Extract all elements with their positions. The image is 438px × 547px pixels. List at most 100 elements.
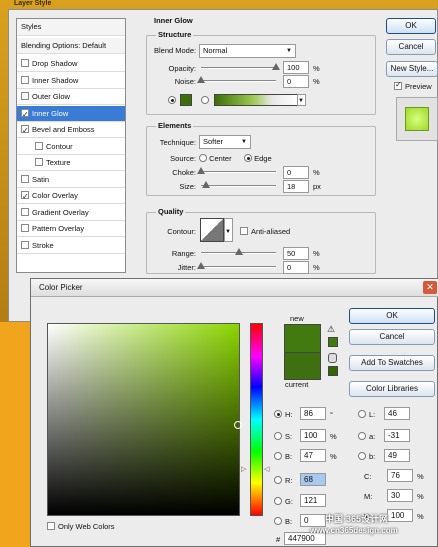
ok-button[interactable]: OK xyxy=(386,18,436,34)
style-item-drop-shadow[interactable]: Drop Shadow xyxy=(17,56,125,72)
field-input-h[interactable]: 86 xyxy=(300,407,326,420)
add-to-swatches-button[interactable]: Add To Swatches xyxy=(349,355,435,371)
gradient-dropdown[interactable]: ▼ xyxy=(297,94,306,106)
jitter-input[interactable]: 0 xyxy=(283,261,309,274)
only-web-colors-checkbox[interactable]: Only Web Colors xyxy=(47,522,115,531)
current-color-swatch[interactable] xyxy=(284,352,321,380)
color-radio[interactable] xyxy=(168,96,176,105)
field-input-m[interactable]: 30 xyxy=(387,489,413,502)
field-input-g[interactable]: 121 xyxy=(300,494,326,507)
opacity-slider-thumb[interactable] xyxy=(272,63,280,70)
style-checkbox[interactable] xyxy=(35,141,43,150)
web-safe-color-swatch[interactable] xyxy=(328,366,338,376)
field-input-b[interactable]: 47 xyxy=(300,449,326,462)
web-safe-cube-icon[interactable] xyxy=(328,353,337,363)
field-radio-bl[interactable] xyxy=(274,517,282,525)
style-checkbox[interactable] xyxy=(21,207,29,216)
style-checkbox[interactable] xyxy=(21,174,29,183)
opacity-slider[interactable] xyxy=(201,63,280,70)
glow-color-swatch[interactable] xyxy=(180,94,192,106)
contour-dropdown[interactable]: ▼ xyxy=(224,218,233,242)
preview-checkbox[interactable]: Preview xyxy=(394,80,432,91)
size-slider[interactable] xyxy=(201,181,276,188)
choke-slider[interactable] xyxy=(197,167,276,174)
range-input[interactable]: 50 xyxy=(283,247,309,260)
styles-header[interactable]: Styles xyxy=(17,19,125,36)
source-center-radio[interactable]: Center xyxy=(199,154,232,163)
blend-mode-select[interactable]: Normal ▼ xyxy=(199,44,296,58)
style-item-stroke[interactable]: Stroke xyxy=(17,238,125,254)
field-radio-b[interactable] xyxy=(274,452,282,460)
style-checkbox[interactable] xyxy=(21,92,29,100)
range-slider-thumb[interactable] xyxy=(234,248,243,255)
jitter-slider-thumb[interactable] xyxy=(197,262,205,269)
jitter-slider[interactable] xyxy=(197,262,276,269)
contour-thumbnail[interactable] xyxy=(200,218,224,242)
gradient-radio[interactable] xyxy=(201,96,209,105)
style-item-satin[interactable]: Satin xyxy=(17,172,125,188)
style-item-label: Gradient Overlay xyxy=(32,207,89,217)
opacity-input[interactable]: 100 xyxy=(283,61,309,74)
blending-options-item[interactable]: Blending Options: Default xyxy=(17,38,125,54)
noise-slider-thumb[interactable] xyxy=(197,76,205,83)
style-checkbox[interactable] xyxy=(21,123,29,138)
hue-slider-left-arrow[interactable]: ▷ xyxy=(241,465,246,473)
style-item-bevel-and-emboss[interactable]: Bevel and Emboss xyxy=(17,122,125,138)
noise-slider[interactable] xyxy=(197,76,276,83)
style-checkbox[interactable] xyxy=(21,59,29,67)
style-checkbox[interactable] xyxy=(21,107,29,122)
style-item-contour[interactable]: Contour xyxy=(17,139,125,155)
color-field-cursor[interactable] xyxy=(234,421,242,429)
color-field[interactable] xyxy=(47,323,242,516)
field-radio-h[interactable] xyxy=(274,410,282,418)
noise-unit: % xyxy=(313,77,320,86)
field-radio-g[interactable] xyxy=(274,497,282,505)
picker-ok-button[interactable]: OK xyxy=(349,308,435,324)
technique-select[interactable]: Softer ▼ xyxy=(199,135,251,149)
hue-slider[interactable] xyxy=(250,323,263,516)
field-radio-b[interactable] xyxy=(358,452,366,460)
field-input-r[interactable]: 68 xyxy=(300,473,326,486)
field-input-a[interactable]: -31 xyxy=(384,429,410,442)
choke-slider-thumb[interactable] xyxy=(197,167,205,174)
field-radio-l[interactable] xyxy=(358,410,366,418)
gamut-color-swatch[interactable] xyxy=(328,337,338,347)
style-checkbox[interactable] xyxy=(35,158,43,166)
field-input-l[interactable]: 46 xyxy=(384,407,410,420)
field-input-s[interactable]: 100 xyxy=(300,429,326,442)
field-radio-s[interactable] xyxy=(274,432,282,440)
style-item-inner-glow[interactable]: Inner Glow xyxy=(17,105,125,122)
style-item-pattern-overlay[interactable]: Pattern Overlay xyxy=(17,221,125,237)
field-radio-r[interactable] xyxy=(274,476,282,484)
size-slider-thumb[interactable] xyxy=(202,181,211,188)
style-checkbox[interactable] xyxy=(21,75,29,84)
style-item-gradient-overlay[interactable]: Gradient Overlay xyxy=(17,205,125,221)
glow-gradient-swatch[interactable] xyxy=(214,94,298,106)
out-of-gamut-warning-icon[interactable]: ⚠ xyxy=(327,324,335,335)
anti-aliased-checkbox[interactable]: Anti-aliased xyxy=(240,227,290,236)
size-input[interactable]: 18 xyxy=(283,180,309,193)
picker-cancel-button[interactable]: Cancel xyxy=(349,329,435,345)
field-input-c[interactable]: 76 xyxy=(387,469,413,482)
hue-slider-right-arrow[interactable]: ◁ xyxy=(264,465,269,473)
style-item-inner-shadow[interactable]: Inner Shadow xyxy=(17,73,125,89)
style-item-label: Stroke xyxy=(32,240,54,250)
style-checkbox[interactable] xyxy=(21,224,29,232)
style-checkbox[interactable] xyxy=(21,240,29,249)
field-unit-b: % xyxy=(330,452,337,461)
field-radio-a[interactable] xyxy=(358,432,366,440)
close-icon[interactable]: ✕ xyxy=(423,281,437,294)
style-checkbox[interactable] xyxy=(21,189,29,204)
field-input-y[interactable]: 100 xyxy=(387,509,413,522)
color-libraries-button[interactable]: Color Libraries xyxy=(349,381,435,397)
style-item-outer-glow[interactable]: Outer Glow xyxy=(17,89,125,105)
range-slider[interactable] xyxy=(201,248,276,255)
field-input-b[interactable]: 49 xyxy=(384,449,410,462)
style-item-texture[interactable]: Texture xyxy=(17,155,125,171)
new-style-button[interactable]: New Style... xyxy=(386,61,438,77)
noise-input[interactable]: 0 xyxy=(283,75,309,88)
style-item-color-overlay[interactable]: Color Overlay xyxy=(17,188,125,204)
cancel-button[interactable]: Cancel xyxy=(386,39,436,55)
choke-input[interactable]: 0 xyxy=(283,166,309,179)
source-edge-radio[interactable]: Edge xyxy=(244,154,272,163)
